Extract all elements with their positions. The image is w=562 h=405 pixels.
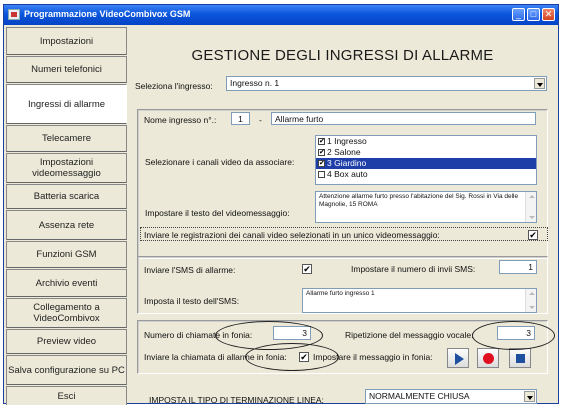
minimize-button[interactable]: _ [512, 8, 525, 21]
dropdown-arrow-icon[interactable] [534, 78, 545, 89]
video-message-label: Impostare il testo del videomessaggio: [145, 208, 290, 218]
termination-select[interactable]: NORMALMENTE CHIUSA [365, 389, 537, 404]
sidebar-item-numeri-telefonici[interactable]: Numeri telefonici [6, 56, 127, 83]
single-video-checkbox[interactable]: ✔ [528, 230, 538, 240]
stop-icon[interactable] [509, 348, 531, 368]
sms-send-label: Inviare l'SMS di allarme: [144, 265, 236, 275]
termination-label: IMPOSTA IL TIPO DI TERMINAZIONE LINEA: [149, 395, 324, 405]
channel-item-2[interactable]: ✔ 2 Salone [316, 147, 536, 158]
annotation-oval-send-call [245, 343, 339, 371]
channel-4-label: 4 Box auto [327, 169, 368, 179]
video-channels-label: Selezionare i canali video da associare: [145, 157, 295, 167]
annotation-oval-repeat [472, 321, 555, 350]
dropdown-arrow-icon[interactable] [524, 391, 535, 402]
channel-1-checkbox[interactable]: ✔ [318, 138, 325, 145]
channel-item-3[interactable]: ✔ 3 Giardino [316, 158, 536, 169]
input-name-label: Nome ingresso n°.: [144, 115, 217, 125]
channel-2-label: 2 Salone [327, 147, 361, 157]
channel-item-1[interactable]: ✔ 1 Ingresso [316, 136, 536, 147]
sidebar-item-telecamere[interactable]: Telecamere [6, 125, 127, 152]
select-input-label: Seleziona l'ingresso: [135, 81, 213, 91]
sidebar-item-preview-video[interactable]: Preview video [6, 329, 127, 354]
sms-count-label: Impostare il numero di invii SMS: [351, 264, 476, 274]
single-video-label: Inviare le registrazioni dei canali vide… [144, 230, 440, 240]
title-bar[interactable]: Programmazione VideoCombivox GSM _ □ ✕ [4, 5, 558, 25]
input-select[interactable]: Ingresso n. 1 [226, 76, 547, 91]
sms-text-label: Imposta il testo dell'SMS: [144, 296, 240, 306]
input-name-field[interactable]: Allarme furto [271, 112, 536, 125]
sms-text-scrollbar[interactable] [525, 289, 536, 312]
sidebar-item-funzioni-gsm[interactable]: Funzioni GSM [6, 241, 127, 268]
input-name-dash: - [259, 115, 262, 125]
app-icon [8, 9, 20, 20]
video-channels-list[interactable]: ✔ 1 Ingresso ✔ 2 Salone ✔ 3 Giardino 4 Box … [315, 135, 537, 185]
sidebar-item-archivio-eventi[interactable]: Archivio eventi [6, 269, 127, 297]
sidebar-item-esci[interactable]: Esci [6, 386, 127, 405]
sidebar-item-batteria-scarica[interactable]: Batteria scarica [6, 184, 127, 209]
channel-3-label: 3 Giardino [327, 158, 367, 168]
close-button[interactable]: ✕ [542, 8, 555, 21]
voice-repeat-label: Ripetizione del messaggio vocale: [345, 330, 474, 340]
channel-2-checkbox[interactable]: ✔ [318, 149, 325, 156]
main-panel: GESTIONE DEGLI INGRESSI DI ALLARME Selez… [127, 27, 558, 405]
video-message-textarea[interactable]: Attenzione allarme furto presso l'abitaz… [315, 191, 537, 223]
channel-3-checkbox[interactable]: ✔ [318, 160, 325, 167]
sms-count-field[interactable]: 1 [499, 260, 537, 274]
input-number-field[interactable]: 1 [231, 112, 250, 125]
video-message-scrollbar[interactable] [525, 192, 536, 222]
record-icon[interactable] [477, 348, 499, 368]
play-icon[interactable] [447, 348, 469, 368]
termination-select-value: NORMALMENTE CHIUSA [369, 391, 470, 401]
sidebar-item-collegamento[interactable]: Collegamento a VideoCombivox [6, 298, 127, 328]
sms-send-checkbox[interactable]: ✔ [302, 264, 312, 274]
sidebar-item-salva-configurazione[interactable]: Salva configurazione su PC [6, 355, 127, 385]
channel-1-label: 1 Ingresso [327, 136, 367, 146]
sidebar-item-impostazioni[interactable]: Impostazioni [6, 27, 127, 55]
channel-4-checkbox[interactable] [318, 171, 325, 178]
sms-text-value: Allarme furto ingresso 1 [306, 290, 375, 297]
page-title: GESTIONE DEGLI INGRESSI DI ALLARME [191, 47, 494, 64]
sms-text-textarea[interactable]: Allarme furto ingresso 1 [302, 288, 537, 313]
sidebar-item-impostazioni-videomessaggio[interactable]: Impostazioni videomessaggio [6, 153, 127, 183]
input-select-value: Ingresso n. 1 [230, 78, 280, 88]
channel-item-4[interactable]: 4 Box auto [316, 169, 536, 180]
video-message-text: Attenzione allarme furto presso l'abitaz… [319, 193, 519, 208]
main-window: Programmazione VideoCombivox GSM _ □ ✕ I… [3, 4, 559, 405]
maximize-button[interactable]: □ [527, 8, 540, 21]
sidebar-item-assenza-rete[interactable]: Assenza rete [6, 210, 127, 240]
window-title: Programmazione VideoCombivox GSM [24, 9, 191, 19]
sidebar-item-ingressi-di-allarme[interactable]: Ingressi di allarme [6, 84, 127, 124]
